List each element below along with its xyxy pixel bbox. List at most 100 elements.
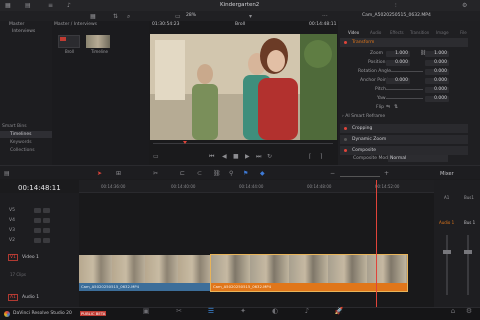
viewer-clip-name[interactable]: Broll xyxy=(235,22,245,27)
track-v4-lock[interactable] xyxy=(34,218,41,223)
media-pool-icon[interactable]: ▦ xyxy=(5,2,11,9)
home-icon[interactable]: ⌂ xyxy=(447,307,459,316)
track-v2-enable[interactable] xyxy=(43,238,50,243)
inspector-tab-file[interactable]: File xyxy=(460,30,467,35)
transform-enabled-dot[interactable] xyxy=(344,41,347,44)
inspector-tab-audio[interactable]: Audio xyxy=(370,30,381,35)
ai-smart-reframe[interactable]: › AI Smart Reframe xyxy=(342,113,466,121)
media-page-icon[interactable]: ▣ xyxy=(140,307,152,316)
video-frame[interactable] xyxy=(150,34,337,140)
linked-selection-icon[interactable]: ⛓ xyxy=(213,170,221,177)
play-icon[interactable]: ▶ xyxy=(245,153,250,160)
grid-view-icon[interactable]: ▦ xyxy=(90,13,96,20)
inspector-tab-effects[interactable]: Effects xyxy=(390,30,404,35)
track-v5-lock[interactable] xyxy=(34,208,41,213)
composite-enabled-dot[interactable] xyxy=(344,149,347,152)
fusion-page-icon[interactable]: ✦ xyxy=(237,307,249,316)
blade-tool-icon[interactable]: ✂ xyxy=(153,170,158,177)
clip-thumbnail-broll[interactable] xyxy=(58,35,80,48)
mark-out-icon[interactable]: ⌉ xyxy=(320,153,322,160)
section-dynamic-zoom[interactable]: Dynamic Zoom xyxy=(340,135,468,144)
mixer-fader-bus-knob[interactable] xyxy=(464,250,472,254)
zoom-x-field[interactable]: 1.000 xyxy=(386,51,410,57)
insert-clip-icon[interactable]: ⊏ xyxy=(180,170,185,177)
mark-in-icon[interactable]: ⌈ xyxy=(309,153,311,160)
inspector-tab-transition[interactable]: Transition xyxy=(410,30,429,35)
sound-library-icon[interactable]: ♪ xyxy=(67,2,71,9)
track-v2-lock[interactable] xyxy=(34,238,41,243)
track-v3-lock[interactable] xyxy=(34,228,41,233)
inspector-tab-video[interactable]: Video xyxy=(348,30,359,35)
flag-icon[interactable]: ⚑ xyxy=(243,170,248,177)
viewer-layout-icon[interactable]: ▭ xyxy=(175,13,181,20)
position-lock-icon[interactable]: ⚲ xyxy=(229,170,233,177)
selection-tool-icon[interactable]: ➤ xyxy=(97,170,102,177)
settings-icon[interactable]: ⚙ xyxy=(463,307,475,316)
v1-clip-blue[interactable]: Cam_A5020250515_0632.MP4 xyxy=(79,255,211,291)
timeline-chevron-icon[interactable]: ▾ xyxy=(249,13,252,20)
dynamic-zoom-enabled-dot[interactable] xyxy=(344,138,347,141)
flip-vertical-icon[interactable]: ⇅ xyxy=(394,104,398,110)
position-y-field[interactable]: 0.000 xyxy=(425,60,449,66)
pitch-field[interactable]: 0.000 xyxy=(425,87,449,93)
cropping-enabled-dot[interactable] xyxy=(344,127,347,130)
timeline-zoom-slider[interactable] xyxy=(340,176,380,177)
timeline-ruler[interactable]: 00:14:36:00 00:14:40:00 00:14:44:00 00:1… xyxy=(79,180,434,193)
section-composite[interactable]: Composite xyxy=(340,146,468,155)
timeline-playhead[interactable] xyxy=(376,180,377,307)
inspector-tab-image[interactable]: Image xyxy=(436,30,449,35)
snapping-icon[interactable]: ⊂ xyxy=(197,170,202,177)
effects-icon[interactable]: ▤ xyxy=(25,2,31,9)
timeline-track-area[interactable]: Cam_A5020250515_0632.MP4 Cam_A5020250515… xyxy=(79,180,434,307)
track-v5-enable[interactable] xyxy=(43,208,50,213)
smart-bin-keywords[interactable]: Keywords xyxy=(10,140,32,145)
bin-interviews[interactable]: Interviews xyxy=(12,29,35,34)
section-transform[interactable]: Transform xyxy=(340,38,468,47)
zoom-level[interactable]: 28% xyxy=(186,13,196,18)
zoom-out-icon[interactable]: − xyxy=(330,170,335,177)
options-icon[interactable]: ··· xyxy=(322,13,328,20)
mixer-fader-bus[interactable] xyxy=(467,235,469,295)
fairlight-page-icon[interactable]: ♪ xyxy=(301,307,313,316)
track-v3-enable[interactable] xyxy=(43,228,50,233)
track-v4-enable[interactable] xyxy=(43,218,50,223)
anchor-x-field[interactable]: 0.000 xyxy=(386,78,410,84)
deliver-page-icon[interactable]: 🚀 xyxy=(333,307,345,316)
pitch-slider[interactable] xyxy=(386,89,423,90)
smart-bin-timelines[interactable]: Timelines xyxy=(0,131,52,138)
zoom-in-icon[interactable]: + xyxy=(384,170,389,177)
yaw-slider[interactable] xyxy=(386,98,423,99)
edit-page-icon[interactable]: ☰ xyxy=(205,307,217,316)
search-icon[interactable]: ⌕ xyxy=(127,13,130,20)
mixer-fader-a1-knob[interactable] xyxy=(443,250,451,254)
trim-tool-icon[interactable]: ⊞ xyxy=(116,170,121,177)
marker-icon[interactable]: ◆ xyxy=(260,170,265,177)
sort-icon[interactable]: ⇅ xyxy=(113,13,118,20)
stop-icon[interactable]: ■ xyxy=(233,153,239,160)
loop-toggle-icon[interactable]: ↻ xyxy=(267,153,272,160)
color-page-icon[interactable]: ◐ xyxy=(269,307,281,316)
go-to-start-icon[interactable]: ⏮ xyxy=(209,153,214,160)
loop-icon[interactable]: ▭ xyxy=(153,153,159,160)
flip-horizontal-icon[interactable]: ⇋ xyxy=(386,104,390,110)
mixer-fader-a1[interactable] xyxy=(446,235,448,295)
rotation-field[interactable]: 0.000 xyxy=(425,69,449,75)
position-x-field[interactable]: 0.000 xyxy=(386,60,410,66)
bin-master[interactable]: Master xyxy=(9,22,24,27)
zoom-y-field[interactable]: 1.000 xyxy=(425,51,449,57)
timeline-view-icon[interactable]: ▤ xyxy=(4,170,10,177)
anchor-y-field[interactable]: 0.000 xyxy=(425,78,449,84)
smart-bin-collections[interactable]: Collections xyxy=(10,148,35,153)
inspector-toggle-icon[interactable]: ⚙ xyxy=(462,2,467,9)
clip-thumbnail-timeline[interactable] xyxy=(86,35,110,48)
rotation-slider[interactable] xyxy=(386,71,423,72)
mixer-toggle-icon[interactable]: ⫶ xyxy=(395,2,397,9)
reverse-play-icon[interactable]: ◀ xyxy=(222,153,227,160)
viewer-playhead-marker[interactable] xyxy=(183,141,187,144)
section-cropping[interactable]: Cropping xyxy=(340,124,468,133)
yaw-field[interactable]: 0.000 xyxy=(425,96,449,102)
v1-clip-orange[interactable]: Cam_A5020250515_0632.MP4 xyxy=(210,254,408,292)
cut-page-icon[interactable]: ✂ xyxy=(173,307,185,316)
go-to-end-icon[interactable]: ⏭ xyxy=(256,153,261,160)
composite-mode-select[interactable]: Normal xyxy=(388,155,448,162)
